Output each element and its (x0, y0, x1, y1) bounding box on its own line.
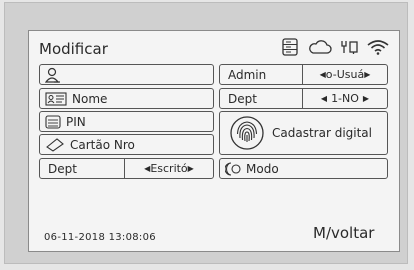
arrow-right-icon[interactable]: ▶ (188, 164, 194, 173)
page-title: Modificar (39, 40, 108, 58)
arrow-left-icon[interactable]: ◀ (321, 94, 327, 103)
right-dept-field[interactable]: Dept ◀ 1-NO ▶ (219, 88, 388, 109)
enroll-fingerprint-button[interactable]: Cadastrar digital (219, 111, 388, 155)
right-dept-label: Dept (228, 91, 257, 106)
admin-field[interactable]: Admin ◀ o-Usuá ▶ (219, 64, 388, 85)
admin-selector[interactable]: ◀ o-Usuá ▶ (302, 65, 387, 84)
left-dept-selector[interactable]: ◀ Escritó ▶ (124, 159, 213, 178)
fingerprint-icon (230, 116, 264, 150)
right-dept-value: 1-NO (331, 92, 359, 105)
storage-icon (282, 36, 298, 58)
left-dept-field[interactable]: Dept ◀ Escritó ▶ (39, 158, 214, 179)
user-icon (45, 67, 61, 83)
arrow-right-icon[interactable]: ▶ (363, 94, 369, 103)
wifi-icon (367, 36, 389, 58)
right-dept-selector[interactable]: ◀ 1-NO ▶ (302, 89, 387, 108)
mode-label: Modo (246, 161, 279, 176)
network-icon (340, 36, 360, 58)
mode-field[interactable]: Modo (219, 158, 388, 179)
card-label: Cartão Nro (70, 137, 135, 152)
cloud-icon (308, 36, 332, 58)
pin-label: PIN (66, 114, 86, 129)
name-field[interactable]: Nome (39, 88, 214, 109)
datetime-display: 06-11-2018 13:08:06 (44, 232, 156, 243)
back-hint: M/voltar (313, 224, 375, 242)
enroll-fingerprint-label: Cadastrar digital (272, 126, 372, 140)
left-dept-value: Escritó (150, 162, 188, 175)
id-card-icon (45, 91, 67, 106)
mode-icon (225, 161, 241, 176)
user-id-field[interactable] (39, 64, 214, 85)
name-label: Nome (72, 91, 108, 106)
left-dept-label: Dept (48, 161, 77, 176)
admin-value: o-Usuá (325, 68, 365, 81)
keypad-icon (45, 114, 61, 129)
card-field[interactable]: Cartão Nro (39, 134, 214, 155)
card-icon (45, 137, 65, 152)
admin-label: Admin (228, 67, 267, 82)
arrow-right-icon[interactable]: ▶ (364, 70, 370, 79)
pin-field[interactable]: PIN (39, 111, 214, 132)
